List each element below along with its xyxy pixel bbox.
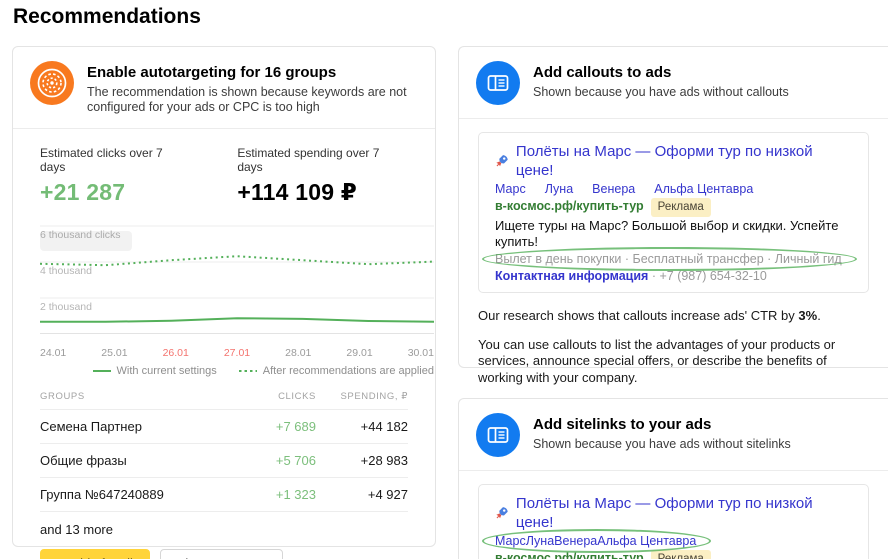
- metric-spending: Estimated spending over 7 days +114 109 …: [237, 146, 408, 206]
- recommendations-page: Recommendations Enable autotargeting for…: [0, 0, 888, 559]
- group-row: Общие фразы+5 706+28 983: [40, 444, 408, 478]
- chart-tooltip-ghost: [40, 231, 132, 251]
- x-axis-label: 24.01: [40, 347, 66, 359]
- autotargeting-title: Enable autotargeting for 16 groups: [87, 61, 417, 81]
- ad-label-badge: Реклама: [651, 198, 711, 217]
- y-grid-label: 4 thousand: [40, 265, 92, 277]
- group-name: Группа №647240889: [40, 487, 224, 502]
- autotargeting-card-header: Enable autotargeting for 16 groups The r…: [13, 47, 435, 129]
- chart-legend: With current settings After recommendatio…: [40, 365, 434, 377]
- group-spending: +4 927: [316, 487, 408, 502]
- enable-for-all-button[interactable]: Enable for all: [40, 549, 150, 559]
- ad-phone-number: · +7 (987) 654-32-10: [648, 269, 766, 283]
- metric-clicks: Estimated clicks over 7 days +21 287: [40, 146, 191, 206]
- ad-title-link[interactable]: Полёты на Марс — Оформи тур по низкой це…: [516, 494, 852, 532]
- group-name: Семена Партнер: [40, 419, 224, 434]
- x-axis-label: 27.01: [224, 347, 250, 359]
- ad-sitelink[interactable]: Луна: [526, 534, 554, 548]
- callouts-card-icon: [476, 61, 520, 105]
- legend-swatch-dotted: [239, 370, 257, 372]
- sitelinks-card-icon: [476, 413, 520, 457]
- x-axis-label: 25.01: [101, 347, 127, 359]
- chart-line-solid: [40, 318, 434, 322]
- ad-title-link[interactable]: Полёты на Марс — Оформи тур по низкой це…: [516, 142, 852, 180]
- ad-callouts-row: Вылет в день покупки · Бесплатный трансф…: [495, 251, 852, 267]
- autotargeting-target-icon: [30, 61, 74, 105]
- metric-spending-label: Estimated spending over 7 days: [237, 146, 408, 174]
- metric-spending-value: +114 109 ₽: [237, 179, 408, 206]
- ad-sitelink[interactable]: Луна: [545, 181, 573, 197]
- group-spending: +28 983: [316, 453, 408, 468]
- research-text: Our research shows that callouts increas…: [478, 308, 869, 325]
- header-groups: Groups: [40, 391, 224, 402]
- autotargeting-description: The recommendation is shown because keyw…: [87, 85, 417, 115]
- group-spending: +44 182: [316, 419, 408, 434]
- x-axis-label: 28.01: [285, 347, 311, 359]
- legend-item: After recommendations are applied: [239, 365, 434, 377]
- page-title: Recommendations: [13, 5, 201, 29]
- chart-x-axis: 24.01 25.01 26.01 27.01 28.01 29.01 30.01: [40, 347, 434, 359]
- ad-sitelink[interactable]: Венера: [554, 534, 597, 548]
- ad-display-url: в-космос.рф/купить-тур: [495, 551, 644, 559]
- metric-clicks-value: +21 287: [40, 179, 191, 206]
- ad-label-badge: Реклама: [651, 550, 711, 559]
- chart-line-dotted: [40, 256, 434, 265]
- ad-sitelink[interactable]: Альфа Центавра: [597, 534, 696, 548]
- header-spending: Spending, ₽: [316, 391, 408, 402]
- ad-sitelink[interactable]: Марс: [495, 534, 526, 548]
- header-clicks: Clicks: [224, 391, 316, 402]
- group-clicks: +7 689: [224, 419, 316, 434]
- callouts-title: Add callouts to ads: [533, 61, 789, 81]
- forecast-metrics: Estimated clicks over 7 days +21 287 Est…: [28, 142, 420, 206]
- sitelinks-card: Add sitelinks to your ads Shown because …: [458, 398, 888, 559]
- x-axis-label: 29.01: [346, 347, 372, 359]
- metric-clicks-label: Estimated clicks over 7 days: [40, 146, 191, 174]
- groups-table: Groups Clicks Spending, ₽ Семена Партнер…: [40, 389, 408, 539]
- groups-table-header: Groups Clicks Spending, ₽: [40, 389, 408, 410]
- rocket-icon: [495, 506, 509, 520]
- legend-label: After recommendations are applied: [263, 365, 434, 377]
- autotargeting-card: Enable autotargeting for 16 groups The r…: [12, 46, 436, 547]
- sitelinks-title: Add sitelinks to your ads: [533, 413, 791, 433]
- y-grid-label: 2 thousand: [40, 301, 92, 313]
- x-axis-label: 26.01: [163, 347, 189, 359]
- usage-text: You can use callouts to list the advanta…: [478, 337, 869, 387]
- ad-body-text: Ищете туры на Марс? Большой выбор и скид…: [495, 218, 852, 250]
- legend-item: With current settings: [93, 365, 217, 377]
- ad-preview-callouts: Полёты на Марс — Оформи тур по низкой це…: [478, 132, 869, 293]
- callouts-subtitle: Shown because you have ads without callo…: [533, 85, 789, 100]
- ad-sitelink[interactable]: Альфа Центавра: [654, 181, 753, 197]
- ad-sitelink[interactable]: Венера: [592, 181, 635, 197]
- view-groups-button[interactable]: View 16 groups: [160, 549, 283, 559]
- group-name: Общие фразы: [40, 453, 224, 468]
- legend-swatch-solid: [93, 370, 111, 372]
- group-clicks: +1 323: [224, 487, 316, 502]
- ad-display-url: в-космос.рф/купить-тур: [495, 199, 644, 213]
- ad-sitelink[interactable]: Марс: [495, 181, 526, 197]
- rocket-icon: [495, 154, 509, 168]
- clicks-forecast-chart: 2 thousand4 thousand6 thousand clicks 24…: [40, 222, 434, 377]
- ad-preview-sitelinks: Полёты на Марс — Оформи тур по низкой це…: [478, 484, 869, 559]
- ad-contact-link[interactable]: Контактная информация: [495, 269, 648, 283]
- x-axis-label: 30.01: [408, 347, 434, 359]
- sitelinks-subtitle: Shown because you have ads without sitel…: [533, 437, 791, 452]
- group-clicks: +5 706: [224, 453, 316, 468]
- show-more-groups-link[interactable]: and 13 more: [40, 512, 113, 539]
- callouts-card-header: Add callouts to ads Shown because you ha…: [459, 47, 888, 119]
- ad-sitelinks-row: Марс Луна Венера Альфа Центавра: [495, 181, 852, 197]
- legend-label: With current settings: [117, 365, 217, 377]
- ad-sitelinks-row: МарсЛунаВенераАльфа Центавра: [495, 533, 852, 549]
- group-row: Семена Партнер+7 689+44 182: [40, 410, 408, 444]
- callouts-card: Add callouts to ads Shown because you ha…: [458, 46, 888, 368]
- sitelinks-card-header: Add sitelinks to your ads Shown because …: [459, 399, 888, 471]
- group-row: Группа №647240889+1 323+4 927: [40, 478, 408, 512]
